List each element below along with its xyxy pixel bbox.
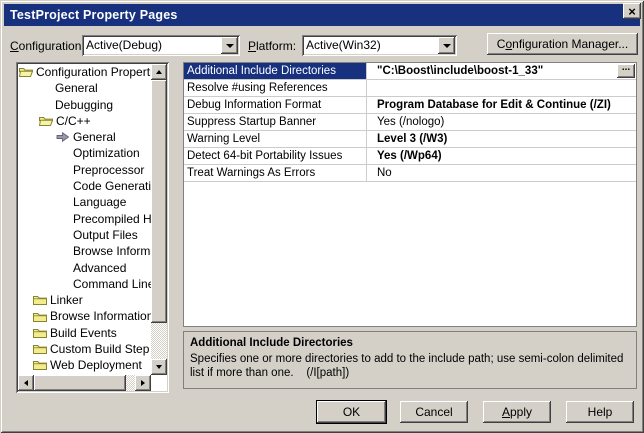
property-grid: Additional Include Directories "C:\Boost… [183,62,637,327]
tree-item-web-deployment[interactable]: Web Deployment [18,357,151,373]
property-row-debug-information-format: Debug Information Format Program Databas… [184,97,636,114]
property-value[interactable]: Program Database for Edit & Continue (/Z… [367,97,636,113]
tree-vertical-scrollbar[interactable] [151,64,167,375]
property-label[interactable]: Suppress Startup Banner [184,114,367,130]
titlebar[interactable]: TestProject Property Pages [4,4,640,26]
scroll-left-button[interactable] [18,375,34,391]
platform-value: Active(Win32) [306,38,381,52]
selected-arrow-icon [56,131,70,143]
tree-item-configuration-properties[interactable]: Configuration Properties [18,64,151,80]
folder-closed-icon [33,327,47,339]
property-label[interactable]: Resolve #using References [184,80,367,96]
platform-dropdown-button[interactable] [438,37,455,54]
property-value[interactable]: Yes (/nologo) [367,114,636,130]
tree-item-advanced[interactable]: Advanced [18,260,151,276]
vertical-scroll-track[interactable] [151,323,167,359]
property-value[interactable]: No [367,165,636,181]
help-button[interactable]: Help [566,401,634,423]
arrow-right-icon [141,380,148,386]
tree-item-cpp-general-selected[interactable]: General [18,129,151,145]
arrow-left-icon [21,380,28,386]
tree-item-linker[interactable]: Linker [18,292,151,308]
folder-closed-icon [33,359,47,371]
property-label[interactable]: Debug Information Format [184,97,367,113]
browse-button[interactable]: ... [617,64,635,78]
property-row-treat-warnings-as-errors: Treat Warnings As Errors No [184,165,636,182]
tree-item-preprocessor[interactable]: Preprocessor [18,162,151,178]
property-row-warning-level: Warning Level Level 3 (/W3) [184,131,636,148]
property-value[interactable] [367,80,636,96]
tree-item-command-line[interactable]: Command Line [18,276,151,292]
category-tree: Configuration Properties General Debuggi… [16,62,169,393]
property-value[interactable]: Level 3 (/W3) [367,131,636,147]
tree-horizontal-scrollbar[interactable] [18,375,151,391]
property-value[interactable]: "C:\Boost\include\boost-1_33" ... [367,63,636,79]
tree-item-code-generation[interactable]: Code Generation [18,178,151,194]
property-label[interactable]: Warning Level [184,131,367,147]
tree-item-custom-build-step[interactable]: Custom Build Step [18,341,151,357]
property-value[interactable]: Yes (/Wp64) [367,148,636,164]
arrow-down-icon [156,365,162,372]
vertical-scroll-thumb[interactable] [151,80,167,323]
platform-combobox[interactable]: Active(Win32) [302,35,457,56]
configuration-value: Active(Debug) [86,38,162,52]
configuration-combobox[interactable]: Active(Debug) [82,35,240,56]
property-pages-dialog: TestProject Property Pages × Configurati… [0,0,644,433]
cancel-button[interactable]: Cancel [400,401,468,423]
tree-item-c-cpp[interactable]: C/C++ [18,113,151,129]
tree-item-optimization[interactable]: Optimization [18,145,151,161]
apply-button[interactable]: Apply [483,401,551,423]
configuration-label: Configuration: [10,36,85,56]
horizontal-scroll-thumb[interactable] [34,375,126,391]
folder-closed-icon [33,311,47,323]
tree-item-precompiled-headers[interactable]: Precompiled Headers [18,211,151,227]
scroll-down-button[interactable] [151,359,167,375]
folder-closed-icon [33,294,47,306]
tree-items: Configuration Properties General Debuggi… [18,64,151,375]
folder-open-icon [39,115,53,127]
tree-item-build-events[interactable]: Build Events [18,325,151,341]
tree-item-browse-information[interactable]: Browse Information [18,243,151,259]
tree-item-browse-information-folder[interactable]: Browse Information [18,308,151,324]
property-row-detect-64bit-portability: Detect 64-bit Portability Issues Yes (/W… [184,148,636,165]
tree-item-general[interactable]: General [18,80,151,96]
scroll-up-button[interactable] [151,64,167,80]
close-icon: × [628,5,636,18]
chevron-down-icon [443,44,451,52]
property-row-resolve-using-references: Resolve #using References [184,80,636,97]
tree-item-output-files[interactable]: Output Files [18,227,151,243]
description-panel: Additional Include Directories Specifies… [183,331,637,389]
folder-closed-icon [33,343,47,355]
configuration-manager-label: Configuration Manager... [497,37,628,51]
description-title: Additional Include Directories [190,336,630,350]
configuration-manager-button[interactable]: Configuration Manager... [487,33,638,55]
platform-label: Platform: [248,36,296,56]
configuration-dropdown-button[interactable] [221,37,238,54]
tree-item-debugging[interactable]: Debugging [18,97,151,113]
apply-label: Apply [502,405,532,419]
property-label[interactable]: Treat Warnings As Errors [184,165,367,181]
scroll-right-button[interactable] [135,375,151,391]
chevron-down-icon [226,44,234,52]
folder-open-icon [19,66,33,78]
window-title: TestProject Property Pages [4,8,178,22]
arrow-up-icon [156,67,162,74]
ok-button[interactable]: OK [317,401,386,423]
property-row-additional-include-directories: Additional Include Directories "C:\Boost… [184,63,636,80]
property-label[interactable]: Detect 64-bit Portability Issues [184,148,367,164]
tree-item-language[interactable]: Language [18,194,151,210]
close-button[interactable]: × [623,3,641,19]
property-label[interactable]: Additional Include Directories [184,63,367,79]
horizontal-scroll-track[interactable] [126,375,135,391]
property-row-suppress-startup-banner: Suppress Startup Banner Yes (/nologo) [184,114,636,131]
description-body: Specifies one or more directories to add… [190,352,630,380]
